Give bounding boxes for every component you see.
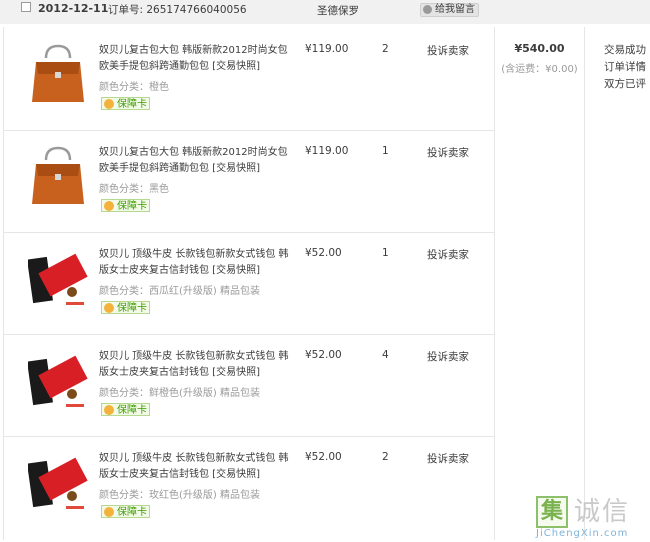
- item-title-link[interactable]: 奴贝儿复古包大包 韩版新款2012时尚女包 欧美手提包斜跨通勤包包 [交易快照]: [99, 45, 288, 72]
- guarantee-card-badge[interactable]: 保障卡: [101, 301, 150, 314]
- guarantee-icon: [104, 201, 114, 211]
- order-item-row: 奴贝儿复古包大包 韩版新款2012时尚女包 欧美手提包斜跨通勤包包 [交易快照]…: [3, 28, 494, 130]
- complain-seller-link[interactable]: 投诉卖家: [427, 247, 469, 262]
- item-sku: 颜色分类：玫红色(升级版) 精品包装: [99, 490, 260, 501]
- item-title[interactable]: 奴贝儿 顶级牛皮 长款钱包新款女式钱包 韩版女士皮夹复古信封钱包 [交易快照]: [99, 451, 294, 483]
- guarantee-icon: [104, 405, 114, 415]
- order-item-row: 奴贝儿 顶级牛皮 长款钱包新款女式钱包 韩版女士皮夹复古信封钱包 [交易快照] …: [3, 334, 494, 436]
- guarantee-card-label: 保障卡: [117, 201, 147, 212]
- order-status-cell: 交易成功 订单详情 双方已评: [604, 42, 650, 93]
- orange-handbag-thumbnail[interactable]: [28, 44, 88, 106]
- item-sku: 颜色分类：西瓜红(升级版) 精品包装: [99, 286, 260, 297]
- guarantee-card-label: 保障卡: [117, 507, 147, 518]
- complain-seller-link[interactable]: 投诉卖家: [427, 349, 469, 364]
- order-date: 2012-12-11: [38, 2, 109, 15]
- leave-message-button[interactable]: 给我留言: [420, 3, 479, 17]
- site-watermark-logo: 集 诚信 JiChengXin.com: [534, 494, 650, 542]
- guarantee-card-badge[interactable]: 保障卡: [101, 199, 150, 212]
- item-quantity: 2: [382, 451, 389, 463]
- item-title-link[interactable]: 奴贝儿 顶级牛皮 长款钱包新款女式钱包 韩版女士皮夹复古信封钱包 [交易快照]: [99, 249, 289, 276]
- item-sku: 颜色分类：黑色: [99, 184, 169, 195]
- item-sku: 颜色分类：鲜橙色(升级版) 精品包装: [99, 388, 260, 399]
- item-price: ¥52.00: [305, 349, 342, 361]
- item-quantity: 1: [382, 247, 389, 259]
- red-wallet-thumbnail[interactable]: [28, 452, 88, 514]
- red-wallet-thumbnail[interactable]: [28, 350, 88, 412]
- item-price: ¥52.00: [305, 247, 342, 259]
- table-divider-status: [584, 27, 585, 540]
- watermark-logo-box: 集: [536, 496, 568, 528]
- review-status: 双方已评: [604, 78, 646, 90]
- guarantee-card-badge[interactable]: 保障卡: [101, 97, 150, 110]
- item-quantity: 4: [382, 349, 389, 361]
- item-quantity: 1: [382, 145, 389, 157]
- seller-link[interactable]: 圣德保罗: [317, 3, 359, 18]
- guarantee-icon: [104, 507, 114, 517]
- item-title[interactable]: 奴贝儿复古包大包 韩版新款2012时尚女包 欧美手提包斜跨通勤包包 [交易快照]: [99, 43, 294, 75]
- leave-message-label: 给我留言: [435, 4, 475, 15]
- item-price: ¥119.00: [305, 43, 349, 55]
- guarantee-card-label: 保障卡: [117, 303, 147, 314]
- order-details-link[interactable]: 订单详情: [604, 59, 650, 76]
- complain-seller-link[interactable]: 投诉卖家: [427, 451, 469, 466]
- guarantee-card-label: 保障卡: [117, 405, 147, 416]
- order-item-row: 奴贝儿 顶级牛皮 长款钱包新款女式钱包 韩版女士皮夹复古信封钱包 [交易快照] …: [3, 232, 494, 334]
- guarantee-card-badge[interactable]: 保障卡: [101, 505, 150, 518]
- item-title[interactable]: 奴贝儿 顶级牛皮 长款钱包新款女式钱包 韩版女士皮夹复古信封钱包 [交易快照]: [99, 349, 294, 381]
- shipping-fee: (含运费：¥0.00): [501, 64, 578, 75]
- order-header: 2012-12-11 订单号: 265174766040056 圣德保罗 给我留…: [0, 0, 650, 24]
- watermark-url: JiChengXin.com: [536, 528, 629, 539]
- order-item-row: 奴贝儿 顶级牛皮 长款钱包新款女式钱包 韩版女士皮夹复古信封钱包 [交易快照] …: [3, 436, 494, 538]
- item-price: ¥119.00: [305, 145, 349, 157]
- guarantee-icon: [104, 99, 114, 109]
- complain-seller-link[interactable]: 投诉卖家: [427, 145, 469, 160]
- order-number: 订单号: 265174766040056: [108, 4, 247, 16]
- order-total-cell: ¥540.00 (含运费：¥0.00): [495, 27, 584, 540]
- guarantee-card-label: 保障卡: [117, 99, 147, 110]
- order-item-row: 奴贝儿复古包大包 韩版新款2012时尚女包 欧美手提包斜跨通勤包包 [交易快照]…: [3, 130, 494, 232]
- trade-status: 交易成功: [604, 44, 646, 56]
- item-title-link[interactable]: 奴贝儿 顶级牛皮 长款钱包新款女式钱包 韩版女士皮夹复古信封钱包 [交易快照]: [99, 453, 289, 480]
- item-title[interactable]: 奴贝儿复古包大包 韩版新款2012时尚女包 欧美手提包斜跨通勤包包 [交易快照]: [99, 145, 294, 177]
- item-price: ¥52.00: [305, 451, 342, 463]
- complain-seller-link[interactable]: 投诉卖家: [427, 43, 469, 58]
- order-total-amount: ¥540.00: [514, 42, 565, 55]
- orange-handbag-thumbnail[interactable]: [28, 146, 88, 208]
- item-title-link[interactable]: 奴贝儿 顶级牛皮 长款钱包新款女式钱包 韩版女士皮夹复古信封钱包 [交易快照]: [99, 351, 289, 378]
- item-title[interactable]: 奴贝儿 顶级牛皮 长款钱包新款女式钱包 韩版女士皮夹复古信封钱包 [交易快照]: [99, 247, 294, 279]
- red-wallet-thumbnail[interactable]: [28, 248, 88, 310]
- item-title-link[interactable]: 奴贝儿复古包大包 韩版新款2012时尚女包 欧美手提包斜跨通勤包包 [交易快照]: [99, 147, 288, 174]
- item-sku: 颜色分类：橙色: [99, 82, 169, 93]
- guarantee-icon: [104, 303, 114, 313]
- watermark-logo-text: 诚信: [574, 497, 631, 527]
- order-checkbox[interactable]: [21, 2, 31, 12]
- item-quantity: 2: [382, 43, 389, 55]
- guarantee-card-badge[interactable]: 保障卡: [101, 403, 150, 416]
- message-icon: [423, 5, 432, 14]
